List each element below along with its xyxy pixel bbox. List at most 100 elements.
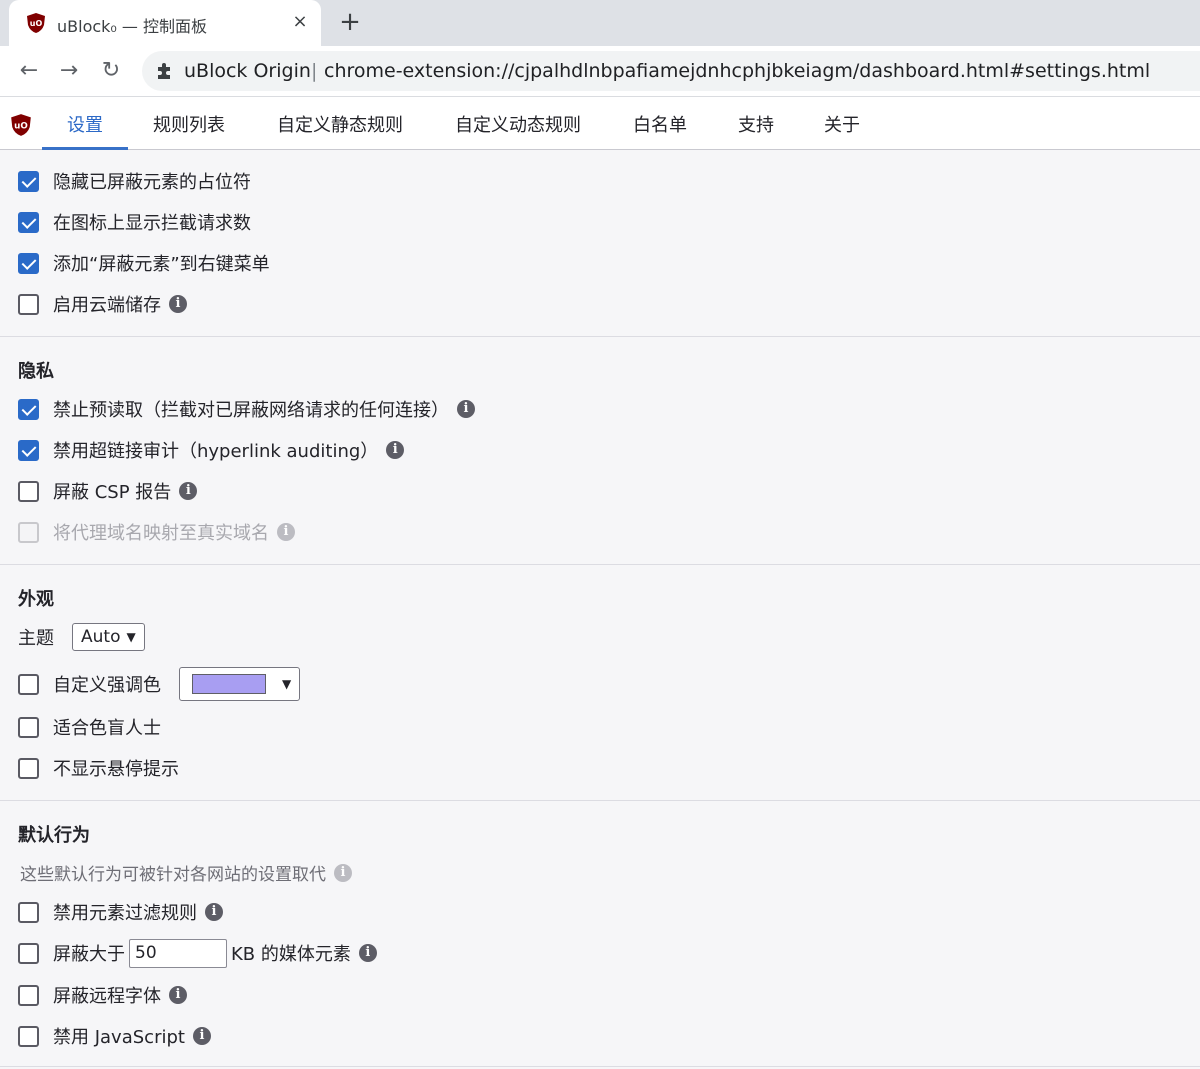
setting-remote-fonts[interactable]: 屏蔽远程字体 i xyxy=(18,980,187,1010)
setting-label: 启用云端储存 xyxy=(53,295,161,316)
appearance-section-title: 外观 xyxy=(18,589,54,610)
setting-label: 禁用 JavaScript xyxy=(53,1027,185,1048)
setting-label: 不显示悬停提示 xyxy=(53,759,179,780)
remote-fonts-checkbox[interactable] xyxy=(18,984,39,1006)
setting-icon-badge[interactable]: 在图标上显示拦截请求数 xyxy=(18,207,251,237)
setting-label-suffix: KB 的媒体元素 xyxy=(231,944,351,965)
setting-colorblind[interactable]: 适合色盲人士 xyxy=(18,712,161,742)
colorblind-checkbox[interactable] xyxy=(18,716,39,738)
setting-theme: 主题 Auto ▼ xyxy=(18,622,145,652)
browser-tab[interactable]: uO uBlock₀ — 控制面板 × xyxy=(9,0,321,46)
info-icon[interactable]: i xyxy=(358,944,377,962)
setting-hyperlink-auditing[interactable]: 禁用超链接审计（hyperlink auditing） i xyxy=(18,435,405,465)
theme-select-value: Auto xyxy=(81,627,121,647)
info-icon[interactable]: i xyxy=(457,400,475,418)
theme-label: 主题 xyxy=(18,628,54,649)
defaults-note-text: 这些默认行为可被针对各网站的设置取代 xyxy=(20,865,326,885)
tab-whitelist[interactable]: 白名单 xyxy=(633,111,687,150)
info-icon[interactable]: i xyxy=(277,523,295,541)
setting-label: 禁止预读取（拦截对已屏蔽网络请求的任何连接） xyxy=(53,400,449,421)
defaults-section-title: 默认行为 xyxy=(18,825,90,846)
large-media-checkbox[interactable] xyxy=(18,942,39,964)
cloud-storage-checkbox[interactable] xyxy=(18,293,39,315)
url-separator: | xyxy=(311,60,318,82)
context-menu-checkbox[interactable] xyxy=(18,252,39,274)
no-tooltips-checkbox[interactable] xyxy=(18,757,39,779)
chevron-down-icon: ▼ xyxy=(282,677,292,691)
hide-placeholders-checkbox[interactable] xyxy=(18,170,39,192)
info-icon[interactable]: i xyxy=(386,441,405,459)
info-icon[interactable]: i xyxy=(205,903,223,921)
section-divider xyxy=(0,564,1200,565)
info-icon[interactable]: i xyxy=(334,863,352,882)
setting-prefetch[interactable]: 禁止预读取（拦截对已屏蔽网络请求的任何连接） i xyxy=(18,394,475,424)
tab-title: uBlock₀ — 控制面板 xyxy=(57,17,208,36)
hyperlink-auditing-checkbox[interactable] xyxy=(18,439,39,461)
new-tab-button[interactable]: + xyxy=(336,8,364,36)
svg-text:uO: uO xyxy=(14,121,28,131)
reload-icon[interactable]: ↻ xyxy=(96,56,126,86)
prefetch-checkbox[interactable] xyxy=(18,398,39,420)
info-icon[interactable]: i xyxy=(169,986,187,1004)
setting-cloud-storage[interactable]: 启用云端储存 i xyxy=(18,289,187,319)
chevron-down-icon: ▼ xyxy=(126,630,136,644)
browser-tabstrip: uO uBlock₀ — 控制面板 × + xyxy=(0,0,1200,46)
address-bar[interactable]: uBlock Origin | chrome-extension://cjpal… xyxy=(142,51,1200,91)
forward-arrow-icon[interactable]: → xyxy=(54,56,84,86)
setting-label: 屏蔽大于 xyxy=(53,944,125,965)
setting-csp-reports[interactable]: 屏蔽 CSP 报告 i xyxy=(18,476,198,506)
no-javascript-checkbox[interactable] xyxy=(18,1025,39,1047)
tab-filter-lists[interactable]: 规则列表 xyxy=(153,111,225,150)
setting-label: 禁用超链接审计（hyperlink auditing） xyxy=(53,441,379,462)
section-divider xyxy=(0,336,1200,337)
tab-my-rules[interactable]: 自定义动态规则 xyxy=(455,111,581,150)
setting-label: 隐藏已屏蔽元素的占位符 xyxy=(53,172,251,193)
close-tab-icon[interactable]: × xyxy=(289,10,311,34)
uncloak-cname-checkbox xyxy=(18,521,39,543)
defaults-note: 这些默认行为可被针对各网站的设置取代 i xyxy=(20,860,352,885)
setting-label: 自定义强调色 xyxy=(53,675,161,696)
tab-about[interactable]: 关于 xyxy=(824,111,860,150)
setting-label: 添加“屏蔽元素”到右键菜单 xyxy=(53,254,270,275)
setting-large-media[interactable]: 屏蔽大于 50 KB 的媒体元素 i xyxy=(18,938,377,968)
setting-hide-placeholders[interactable]: 隐藏已屏蔽元素的占位符 xyxy=(18,166,251,196)
accent-color-swatch xyxy=(192,674,266,694)
setting-label: 在图标上显示拦截请求数 xyxy=(53,213,251,234)
no-cosmetic-checkbox[interactable] xyxy=(18,901,39,923)
info-icon[interactable]: i xyxy=(179,482,198,500)
ublock-logo-icon: uO xyxy=(11,114,31,136)
url-text[interactable]: chrome-extension://cjpalhdlnbpafiamejdnh… xyxy=(324,60,1150,82)
info-icon[interactable]: i xyxy=(169,295,187,313)
dashboard-nav: uO 设置 规则列表 自定义静态规则 自定义动态规则 白名单 支持 关于 xyxy=(0,97,1200,150)
extension-name: uBlock Origin xyxy=(184,60,311,82)
tab-support[interactable]: 支持 xyxy=(738,111,774,150)
setting-accent-color[interactable]: 自定义强调色 ▼ xyxy=(18,667,301,701)
section-divider xyxy=(0,800,1200,801)
tab-my-filters[interactable]: 自定义静态规则 xyxy=(277,111,403,150)
media-size-input[interactable]: 50 xyxy=(129,938,227,968)
csp-reports-checkbox[interactable] xyxy=(18,480,39,502)
setting-label: 将代理域名映射至真实域名 xyxy=(53,523,269,544)
back-arrow-icon[interactable]: ← xyxy=(14,56,44,86)
svg-text:uO: uO xyxy=(30,19,43,28)
ublock-shield-icon: uO xyxy=(27,13,45,33)
setting-context-menu[interactable]: 添加“屏蔽元素”到右键菜单 xyxy=(18,248,270,278)
setting-label: 适合色盲人士 xyxy=(53,718,161,739)
icon-badge-checkbox[interactable] xyxy=(18,211,39,233)
privacy-section-title: 隐私 xyxy=(18,361,54,382)
tab-settings[interactable]: 设置 xyxy=(42,111,128,150)
section-divider xyxy=(0,1066,1200,1067)
setting-no-tooltips[interactable]: 不显示悬停提示 xyxy=(18,753,179,783)
setting-no-javascript[interactable]: 禁用 JavaScript i xyxy=(18,1021,211,1051)
accent-color-picker[interactable]: ▼ xyxy=(179,667,301,701)
setting-label: 屏蔽远程字体 xyxy=(53,986,161,1007)
accent-color-checkbox[interactable] xyxy=(18,673,39,695)
setting-label: 屏蔽 CSP 报告 xyxy=(53,482,172,503)
browser-toolbar: ← → ↻ uBlock Origin | chrome-extension:/… xyxy=(0,46,1200,97)
theme-select[interactable]: Auto ▼ xyxy=(72,623,145,651)
info-icon[interactable]: i xyxy=(192,1027,211,1045)
setting-no-cosmetic[interactable]: 禁用元素过滤规则 i xyxy=(18,897,223,927)
puzzle-extension-icon xyxy=(158,63,170,79)
setting-uncloak-cname: 将代理域名映射至真实域名 i xyxy=(18,517,295,547)
setting-label: 禁用元素过滤规则 xyxy=(53,903,197,924)
